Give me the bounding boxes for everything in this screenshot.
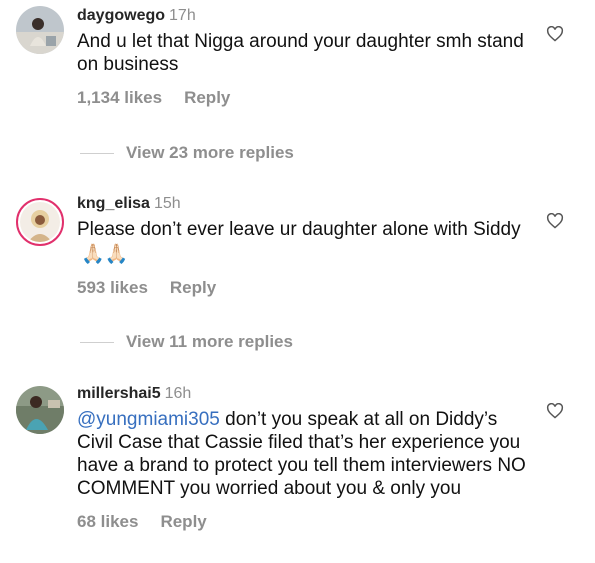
comment-username[interactable]: millershai5: [77, 385, 161, 402]
reply-button[interactable]: Reply: [160, 512, 206, 531]
comment-username[interactable]: kng_elisa: [77, 195, 150, 212]
avatar-photo-icon[interactable]: [16, 198, 64, 246]
view-replies-label: View 11 more replies: [126, 332, 293, 351]
comment-header: kng_elisa 15h: [77, 194, 527, 214]
divider-line: [80, 152, 114, 154]
heart-outline-icon[interactable]: [546, 213, 564, 229]
view-replies-button[interactable]: View 23 more replies: [80, 143, 294, 163]
praying-hands-emoji: 🙏🏻🙏🏻: [81, 244, 129, 265]
comment-text: And u let that Nigga around your daughte…: [77, 31, 524, 75]
comment-time: 17h: [169, 7, 196, 24]
likes-count[interactable]: 1,134 likes: [77, 88, 162, 107]
heart-outline-icon[interactable]: [546, 26, 564, 42]
comment-actions: 68 likes Reply: [77, 512, 527, 532]
reply-button[interactable]: Reply: [184, 88, 230, 107]
comment-time: 16h: [164, 385, 192, 402]
view-replies-button[interactable]: View 11 more replies: [80, 332, 293, 352]
avatar-photo-icon[interactable]: [16, 386, 64, 434]
comment-username[interactable]: daygowego: [77, 7, 165, 24]
likes-count[interactable]: 68 likes: [77, 512, 138, 531]
heart-outline-icon[interactable]: [546, 403, 564, 419]
comment-time: 15h: [153, 195, 181, 212]
view-replies-label: View 23 more replies: [126, 143, 294, 162]
comment-header: millershai5 16h: [77, 384, 527, 404]
comment-text: @yungmiami305 don’t you speak at all on …: [77, 408, 527, 500]
comment-text: Please don’t ever leave ur daughter alon…: [77, 218, 527, 266]
comment-text-body: Please don’t ever leave ur daughter alon…: [77, 219, 521, 240]
mention-link[interactable]: @yungmiami305: [77, 409, 220, 430]
likes-count[interactable]: 593 likes: [77, 278, 148, 297]
avatar-photo-icon[interactable]: [16, 6, 64, 54]
comment-actions: 593 likes Reply: [77, 278, 527, 298]
comment-actions: 1,134 likes Reply: [77, 88, 527, 108]
reply-button[interactable]: Reply: [170, 278, 216, 297]
comment-header: daygowego 17h: [77, 6, 527, 26]
divider-line: [80, 341, 114, 343]
